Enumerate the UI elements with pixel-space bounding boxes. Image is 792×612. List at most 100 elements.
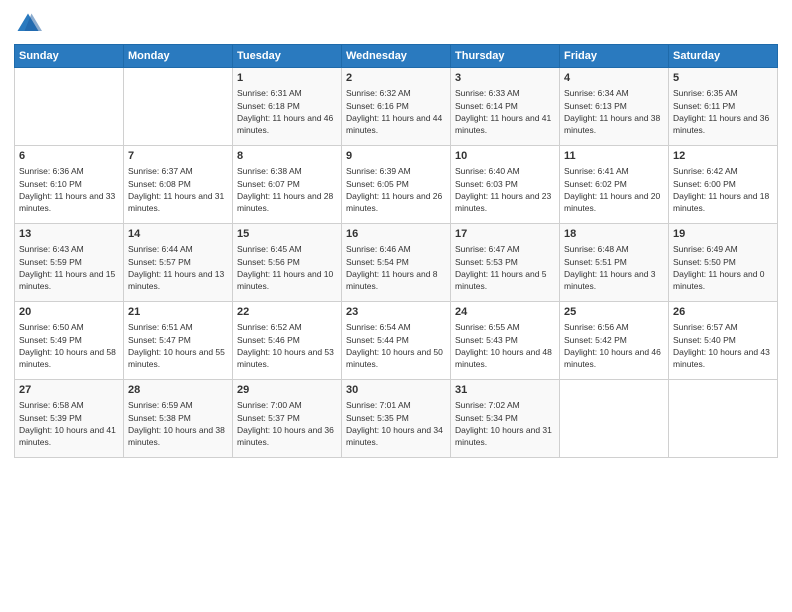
day-cell: 29Sunrise: 7:00 AM Sunset: 5:37 PM Dayli… <box>233 380 342 458</box>
day-number: 10 <box>455 149 555 164</box>
week-row-3: 13Sunrise: 6:43 AM Sunset: 5:59 PM Dayli… <box>15 224 778 302</box>
day-number: 14 <box>128 227 228 242</box>
day-cell: 4Sunrise: 6:34 AM Sunset: 6:13 PM Daylig… <box>560 68 669 146</box>
day-cell: 19Sunrise: 6:49 AM Sunset: 5:50 PM Dayli… <box>669 224 778 302</box>
weekday-header-saturday: Saturday <box>669 45 778 68</box>
weekday-header-tuesday: Tuesday <box>233 45 342 68</box>
day-info: Sunrise: 6:52 AM Sunset: 5:46 PM Dayligh… <box>237 321 337 370</box>
day-cell: 9Sunrise: 6:39 AM Sunset: 6:05 PM Daylig… <box>342 146 451 224</box>
day-info: Sunrise: 6:46 AM Sunset: 5:54 PM Dayligh… <box>346 243 446 292</box>
day-cell: 25Sunrise: 6:56 AM Sunset: 5:42 PM Dayli… <box>560 302 669 380</box>
day-number: 19 <box>673 227 773 242</box>
day-info: Sunrise: 6:55 AM Sunset: 5:43 PM Dayligh… <box>455 321 555 370</box>
day-number: 26 <box>673 305 773 320</box>
day-number: 18 <box>564 227 664 242</box>
weekday-header-wednesday: Wednesday <box>342 45 451 68</box>
day-info: Sunrise: 6:33 AM Sunset: 6:14 PM Dayligh… <box>455 87 555 136</box>
day-info: Sunrise: 6:32 AM Sunset: 6:16 PM Dayligh… <box>346 87 446 136</box>
day-cell: 17Sunrise: 6:47 AM Sunset: 5:53 PM Dayli… <box>451 224 560 302</box>
day-info: Sunrise: 6:43 AM Sunset: 5:59 PM Dayligh… <box>19 243 119 292</box>
day-cell <box>124 68 233 146</box>
day-info: Sunrise: 6:36 AM Sunset: 6:10 PM Dayligh… <box>19 165 119 214</box>
day-info: Sunrise: 6:59 AM Sunset: 5:38 PM Dayligh… <box>128 399 228 448</box>
day-cell: 18Sunrise: 6:48 AM Sunset: 5:51 PM Dayli… <box>560 224 669 302</box>
day-info: Sunrise: 6:54 AM Sunset: 5:44 PM Dayligh… <box>346 321 446 370</box>
header <box>14 10 778 38</box>
day-number: 5 <box>673 71 773 86</box>
day-info: Sunrise: 6:45 AM Sunset: 5:56 PM Dayligh… <box>237 243 337 292</box>
day-number: 17 <box>455 227 555 242</box>
day-number: 11 <box>564 149 664 164</box>
day-number: 27 <box>19 383 119 398</box>
day-cell: 11Sunrise: 6:41 AM Sunset: 6:02 PM Dayli… <box>560 146 669 224</box>
day-number: 28 <box>128 383 228 398</box>
day-cell: 31Sunrise: 7:02 AM Sunset: 5:34 PM Dayli… <box>451 380 560 458</box>
day-number: 29 <box>237 383 337 398</box>
day-info: Sunrise: 6:34 AM Sunset: 6:13 PM Dayligh… <box>564 87 664 136</box>
day-number: 31 <box>455 383 555 398</box>
day-number: 12 <box>673 149 773 164</box>
day-number: 15 <box>237 227 337 242</box>
day-cell <box>560 380 669 458</box>
day-cell: 28Sunrise: 6:59 AM Sunset: 5:38 PM Dayli… <box>124 380 233 458</box>
day-cell: 15Sunrise: 6:45 AM Sunset: 5:56 PM Dayli… <box>233 224 342 302</box>
day-info: Sunrise: 6:47 AM Sunset: 5:53 PM Dayligh… <box>455 243 555 292</box>
day-cell <box>669 380 778 458</box>
day-info: Sunrise: 6:38 AM Sunset: 6:07 PM Dayligh… <box>237 165 337 214</box>
day-number: 22 <box>237 305 337 320</box>
day-number: 21 <box>128 305 228 320</box>
day-cell: 3Sunrise: 6:33 AM Sunset: 6:14 PM Daylig… <box>451 68 560 146</box>
day-number: 8 <box>237 149 337 164</box>
page: SundayMondayTuesdayWednesdayThursdayFrid… <box>0 0 792 612</box>
day-info: Sunrise: 6:58 AM Sunset: 5:39 PM Dayligh… <box>19 399 119 448</box>
day-cell: 27Sunrise: 6:58 AM Sunset: 5:39 PM Dayli… <box>15 380 124 458</box>
day-cell: 13Sunrise: 6:43 AM Sunset: 5:59 PM Dayli… <box>15 224 124 302</box>
calendar-table: SundayMondayTuesdayWednesdayThursdayFrid… <box>14 44 778 458</box>
day-cell: 6Sunrise: 6:36 AM Sunset: 6:10 PM Daylig… <box>15 146 124 224</box>
day-cell <box>15 68 124 146</box>
weekday-header-monday: Monday <box>124 45 233 68</box>
day-number: 1 <box>237 71 337 86</box>
day-number: 25 <box>564 305 664 320</box>
week-row-1: 1Sunrise: 6:31 AM Sunset: 6:18 PM Daylig… <box>15 68 778 146</box>
day-cell: 10Sunrise: 6:40 AM Sunset: 6:03 PM Dayli… <box>451 146 560 224</box>
day-cell: 30Sunrise: 7:01 AM Sunset: 5:35 PM Dayli… <box>342 380 451 458</box>
day-info: Sunrise: 6:49 AM Sunset: 5:50 PM Dayligh… <box>673 243 773 292</box>
day-cell: 26Sunrise: 6:57 AM Sunset: 5:40 PM Dayli… <box>669 302 778 380</box>
weekday-header-thursday: Thursday <box>451 45 560 68</box>
day-info: Sunrise: 6:50 AM Sunset: 5:49 PM Dayligh… <box>19 321 119 370</box>
day-info: Sunrise: 6:48 AM Sunset: 5:51 PM Dayligh… <box>564 243 664 292</box>
day-info: Sunrise: 6:39 AM Sunset: 6:05 PM Dayligh… <box>346 165 446 214</box>
weekday-header-row: SundayMondayTuesdayWednesdayThursdayFrid… <box>15 45 778 68</box>
day-info: Sunrise: 6:37 AM Sunset: 6:08 PM Dayligh… <box>128 165 228 214</box>
day-info: Sunrise: 6:56 AM Sunset: 5:42 PM Dayligh… <box>564 321 664 370</box>
day-info: Sunrise: 7:00 AM Sunset: 5:37 PM Dayligh… <box>237 399 337 448</box>
day-number: 13 <box>19 227 119 242</box>
day-number: 16 <box>346 227 446 242</box>
day-number: 9 <box>346 149 446 164</box>
day-info: Sunrise: 6:31 AM Sunset: 6:18 PM Dayligh… <box>237 87 337 136</box>
day-number: 2 <box>346 71 446 86</box>
day-cell: 12Sunrise: 6:42 AM Sunset: 6:00 PM Dayli… <box>669 146 778 224</box>
day-number: 20 <box>19 305 119 320</box>
day-number: 24 <box>455 305 555 320</box>
day-cell: 2Sunrise: 6:32 AM Sunset: 6:16 PM Daylig… <box>342 68 451 146</box>
logo <box>14 10 46 38</box>
day-cell: 1Sunrise: 6:31 AM Sunset: 6:18 PM Daylig… <box>233 68 342 146</box>
day-cell: 16Sunrise: 6:46 AM Sunset: 5:54 PM Dayli… <box>342 224 451 302</box>
weekday-header-sunday: Sunday <box>15 45 124 68</box>
weekday-header-friday: Friday <box>560 45 669 68</box>
day-cell: 24Sunrise: 6:55 AM Sunset: 5:43 PM Dayli… <box>451 302 560 380</box>
day-cell: 20Sunrise: 6:50 AM Sunset: 5:49 PM Dayli… <box>15 302 124 380</box>
week-row-2: 6Sunrise: 6:36 AM Sunset: 6:10 PM Daylig… <box>15 146 778 224</box>
day-number: 30 <box>346 383 446 398</box>
logo-icon <box>14 10 42 38</box>
day-number: 7 <box>128 149 228 164</box>
day-info: Sunrise: 6:57 AM Sunset: 5:40 PM Dayligh… <box>673 321 773 370</box>
day-cell: 22Sunrise: 6:52 AM Sunset: 5:46 PM Dayli… <box>233 302 342 380</box>
day-info: Sunrise: 6:44 AM Sunset: 5:57 PM Dayligh… <box>128 243 228 292</box>
day-cell: 7Sunrise: 6:37 AM Sunset: 6:08 PM Daylig… <box>124 146 233 224</box>
day-cell: 5Sunrise: 6:35 AM Sunset: 6:11 PM Daylig… <box>669 68 778 146</box>
day-info: Sunrise: 6:42 AM Sunset: 6:00 PM Dayligh… <box>673 165 773 214</box>
week-row-5: 27Sunrise: 6:58 AM Sunset: 5:39 PM Dayli… <box>15 380 778 458</box>
